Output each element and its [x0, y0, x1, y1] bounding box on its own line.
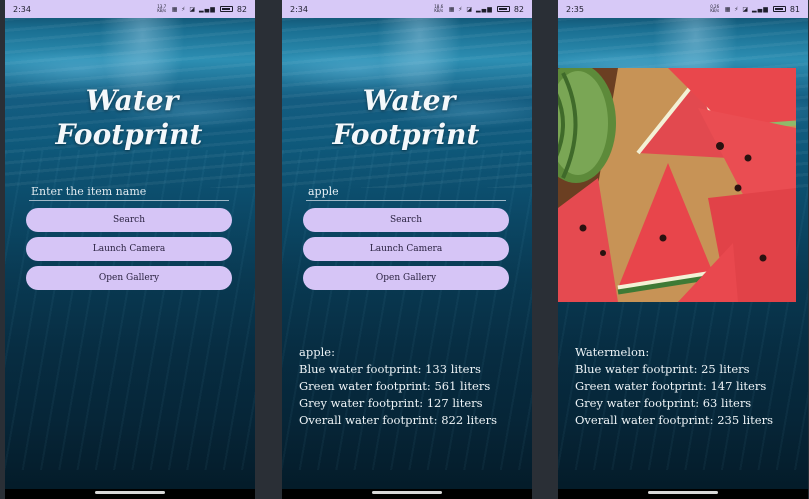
status-time: 2:34 [13, 4, 31, 14]
home-gesture-bar[interactable] [95, 491, 165, 494]
status-bar: 2:34 13.7 KB/s ▦ ⚡ ◪ ▂▄▆ 82 [5, 0, 255, 18]
network-speed: 0.26 KB/s [710, 4, 720, 13]
phone-screen-home: 2:34 13.7 KB/s ▦ ⚡ ◪ ▂▄▆ 82 Water Footpr… [5, 0, 255, 499]
network-speed: 13.7 KB/s [157, 4, 167, 13]
home-gesture-bar[interactable] [372, 491, 442, 494]
app-title-line-1: Water [85, 84, 179, 117]
result-green-footprint: Green water footprint: 561 liters [299, 379, 491, 393]
app-title-line-1: Water [362, 84, 456, 117]
result-overall-footprint: Overall water footprint: 235 liters [575, 413, 773, 427]
item-name-input[interactable] [29, 183, 229, 201]
footprint-result: apple: Blue water footprint: 133 liters … [299, 344, 497, 429]
status-time: 2:34 [290, 4, 308, 14]
battery-level: 82 [236, 4, 247, 14]
result-green-footprint: Green water footprint: 147 liters [575, 379, 767, 393]
signal-icons: ▦ ⚡ ◪ ▂▄▆ [171, 5, 216, 13]
open-gallery-button[interactable]: Open Gallery [303, 266, 509, 290]
result-blue-footprint: Blue water footprint: 133 liters [299, 362, 481, 376]
launch-camera-button[interactable]: Launch Camera [26, 237, 232, 261]
app-title: Water Footprint [282, 84, 532, 152]
signal-icons: ▦ ⚡ ◪ ▂▄▆ [448, 5, 493, 13]
item-name-input[interactable] [306, 183, 506, 201]
home-gesture-bar[interactable] [648, 491, 718, 494]
battery-level: 81 [789, 4, 800, 14]
status-time: 2:35 [566, 4, 584, 14]
result-grey-footprint: Grey water footprint: 127 liters [299, 396, 483, 410]
search-button[interactable]: Search [303, 208, 509, 232]
launch-camera-button[interactable]: Launch Camera [303, 237, 509, 261]
battery-level: 82 [513, 4, 524, 14]
search-button[interactable]: Search [26, 208, 232, 232]
app-title-line-2: Footprint [55, 118, 203, 151]
signal-icons: ▦ ⚡ ◪ ▂▄▆ [724, 5, 769, 13]
status-bar: 2:34 18.6 KB/s ▦ ⚡ ◪ ▂▄▆ 82 [282, 0, 532, 18]
app-title: Water Footprint [5, 84, 255, 152]
result-overall-footprint: Overall water footprint: 822 liters [299, 413, 497, 427]
network-speed: 18.6 KB/s [434, 4, 444, 13]
battery-icon [496, 6, 510, 12]
result-item-name: Watermelon: [575, 345, 650, 359]
app-title-line-2: Footprint [332, 118, 480, 151]
phone-screen-watermelon-result: 2:35 0.26 KB/s ▦ ⚡ ◪ ▂▄▆ 81 Watermelon: … [558, 0, 808, 499]
result-grey-footprint: Grey water footprint: 63 liters [575, 396, 752, 410]
battery-icon [772, 6, 786, 12]
status-bar: 2:35 0.26 KB/s ▦ ⚡ ◪ ▂▄▆ 81 [558, 0, 808, 18]
result-blue-footprint: Blue water footprint: 25 liters [575, 362, 750, 376]
battery-icon [219, 6, 233, 12]
footprint-result: Watermelon: Blue water footprint: 25 lit… [575, 344, 773, 429]
phone-screen-apple-result: 2:34 18.6 KB/s ▦ ⚡ ◪ ▂▄▆ 82 Water Footpr… [282, 0, 532, 499]
result-item-name: apple: [299, 345, 335, 359]
open-gallery-button[interactable]: Open Gallery [26, 266, 232, 290]
watermelon-photo [558, 68, 796, 302]
